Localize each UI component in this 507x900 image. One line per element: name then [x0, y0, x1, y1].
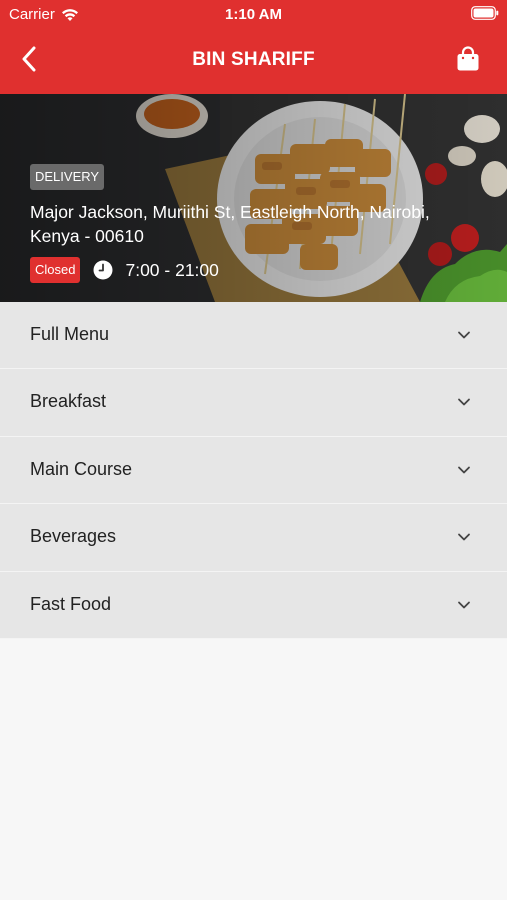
chevron-down-icon	[458, 533, 470, 541]
delivery-badge: DELIVERY	[30, 164, 105, 190]
menu-category-fast-food[interactable]: Fast Food	[0, 571, 507, 639]
status-time: 1:10 AM	[225, 6, 282, 23]
menu-category-main-course[interactable]: Main Course	[0, 436, 507, 505]
restaurant-hero-banner: DELIVERY Major Jackson, Muriithi St, Eas…	[0, 94, 507, 302]
menu-category-list: Full Menu Breakfast Main Course Beverage…	[0, 302, 507, 639]
chevron-down-icon	[458, 331, 470, 339]
cart-button[interactable]	[453, 44, 483, 74]
menu-category-label: Full Menu	[30, 324, 110, 344]
menu-category-label: Breakfast	[30, 391, 107, 412]
status-badge: Closed	[30, 257, 81, 283]
navigation-bar: BIN SHARIFF	[0, 28, 507, 94]
chevron-down-icon	[458, 398, 470, 406]
menu-category-label: Beverages	[30, 526, 117, 547]
opening-hours: 7:00 - 21:00	[125, 259, 219, 280]
battery-icon	[471, 6, 499, 24]
menu-category-label: Fast Food	[30, 593, 112, 614]
restaurant-address: Major Jackson, Muriithi St, Eastleigh No…	[30, 202, 430, 246]
hours-row: Closed 7:00 - 21:00	[30, 257, 219, 283]
menu-category-full-menu[interactable]: Full Menu	[0, 302, 507, 370]
chevron-down-icon	[458, 601, 470, 608]
shopping-bag-icon	[457, 46, 479, 71]
app-header: Carrier 1:10 AM BIN SHARIFF	[0, 0, 507, 94]
page-title: BIN SHARIFF	[192, 49, 315, 70]
clock-icon	[93, 260, 113, 280]
chevron-down-icon	[458, 466, 470, 474]
status-bar: Carrier 1:10 AM	[0, 0, 507, 28]
menu-category-beverages[interactable]: Beverages	[0, 504, 507, 572]
menu-category-label: Main Course	[30, 458, 133, 479]
menu-category-breakfast[interactable]: Breakfast	[0, 369, 507, 437]
